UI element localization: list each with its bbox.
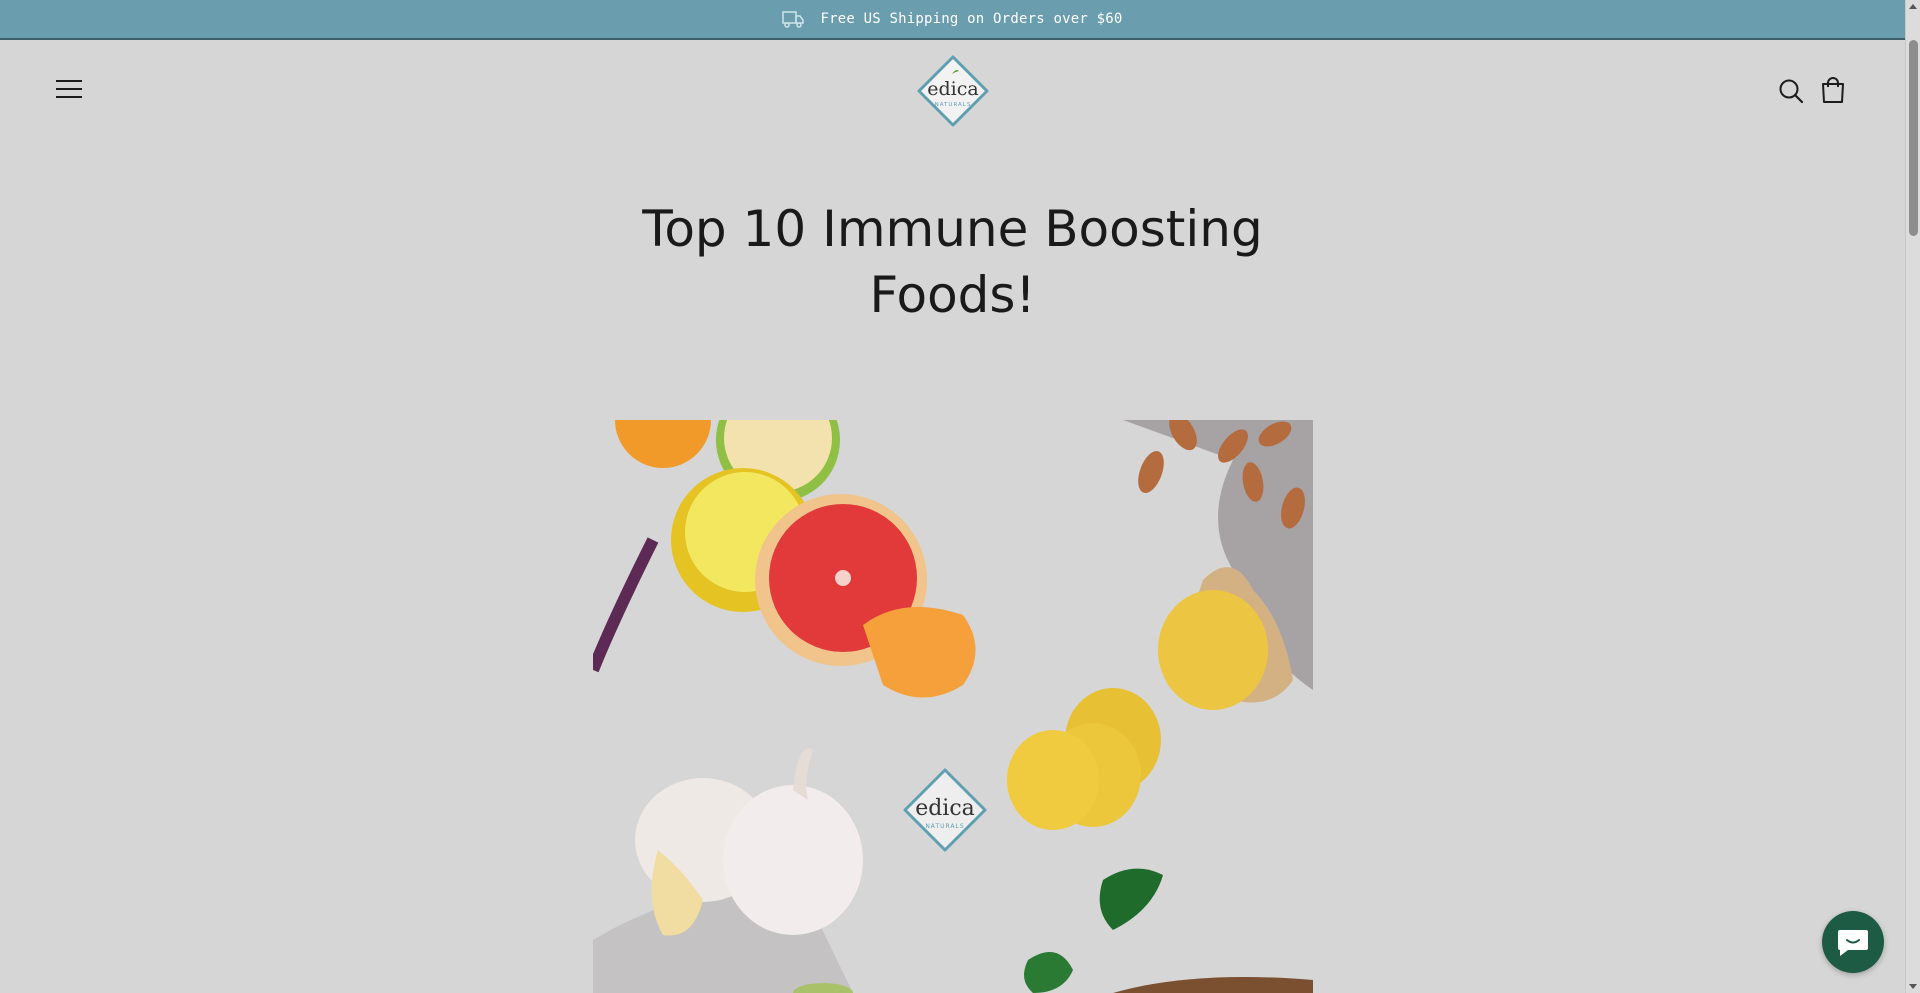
article-title-line1: Top 10 Immune Boosting <box>642 200 1263 258</box>
chat-button[interactable] <box>1822 911 1884 973</box>
article-title: Top 10 Immune Boosting Foods! <box>560 196 1345 328</box>
logo-tagline-text: NATURALS <box>935 102 972 108</box>
search-icon[interactable] <box>1778 78 1804 104</box>
hero-logo-brand: edica <box>915 796 975 821</box>
logo-brand-text: edica <box>927 78 978 100</box>
chat-bubble-icon <box>1838 930 1868 956</box>
hamburger-menu-icon[interactable] <box>56 80 82 100</box>
hero-image: edica NATURALS <box>593 420 1313 993</box>
scroll-down-arrow-icon[interactable] <box>1909 984 1917 989</box>
truck-icon <box>782 10 805 28</box>
scroll-up-arrow-icon[interactable] <box>1909 4 1917 9</box>
article-title-line2: Foods! <box>869 266 1036 324</box>
announcement-bar: Free US Shipping on Orders over $60 <box>0 0 1905 40</box>
site-header: edica NATURALS <box>0 42 1905 142</box>
hero-logo-tagline: NATURALS <box>925 823 964 830</box>
announcement-text: Free US Shipping on Orders over $60 <box>820 11 1123 27</box>
shopping-bag-icon[interactable] <box>1820 76 1846 104</box>
scrollbar[interactable] <box>1905 0 1920 993</box>
logo[interactable]: edica NATURALS <box>916 54 990 128</box>
scrollbar-thumb[interactable] <box>1909 40 1918 236</box>
